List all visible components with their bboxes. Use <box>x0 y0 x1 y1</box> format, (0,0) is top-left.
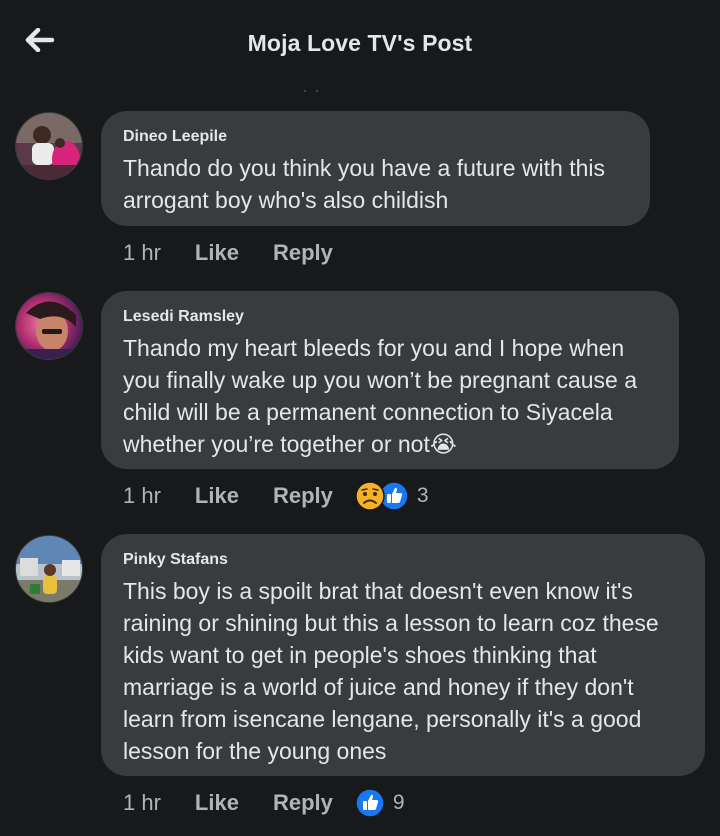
page-title: Moja Love TV's Post <box>247 30 473 56</box>
comment-text: Thando my heart bleeds for you and I hop… <box>123 335 637 457</box>
like-reaction-icon <box>355 788 385 818</box>
like-button[interactable]: Like <box>195 240 239 266</box>
comment-time[interactable]: 1 hr <box>123 790 161 816</box>
comment-text: Thando do you think you have a future wi… <box>123 155 606 213</box>
top-bar: Moja Love TV's Post ·· <box>0 0 720 97</box>
reaction-summary[interactable]: 9 <box>355 788 405 818</box>
divider-dots: ·· <box>303 83 327 97</box>
comment-author[interactable]: Pinky Stafans <box>123 551 683 569</box>
reply-button[interactable]: Reply <box>273 790 333 816</box>
comment-text: This boy is a spoilt brat that doesn't e… <box>123 578 659 764</box>
avatar[interactable] <box>15 535 83 603</box>
comment-actions: 1 hr Like Reply 9 <box>123 787 405 819</box>
comment-time[interactable]: 1 hr <box>123 483 161 509</box>
avatar[interactable] <box>15 292 83 360</box>
reaction-count: 3 <box>416 484 429 507</box>
like-button[interactable]: Like <box>195 483 239 509</box>
comment-bubble: Dineo Leepile Thando do you think you ha… <box>101 111 650 226</box>
reply-button[interactable]: Reply <box>273 240 333 266</box>
avatar[interactable] <box>15 112 83 180</box>
comment-author[interactable]: Dineo Leepile <box>123 128 628 146</box>
sad-reaction-icon <box>355 481 385 511</box>
reply-button[interactable]: Reply <box>273 483 333 509</box>
like-button[interactable]: Like <box>195 790 239 816</box>
reaction-summary[interactable]: 3 <box>355 481 429 511</box>
comment-bubble: Pinky Stafans This boy is a spoilt brat … <box>101 534 705 776</box>
comment-author[interactable]: Lesedi Ramsley <box>123 308 657 326</box>
comment-time[interactable]: 1 hr <box>123 240 161 266</box>
reaction-count: 9 <box>392 791 405 814</box>
comment-actions: 1 hr Like Reply 3 <box>123 480 429 512</box>
comment-bubble: Lesedi Ramsley Thando my heart bleeds fo… <box>101 291 679 469</box>
comment-actions: 1 hr Like Reply <box>123 237 333 269</box>
